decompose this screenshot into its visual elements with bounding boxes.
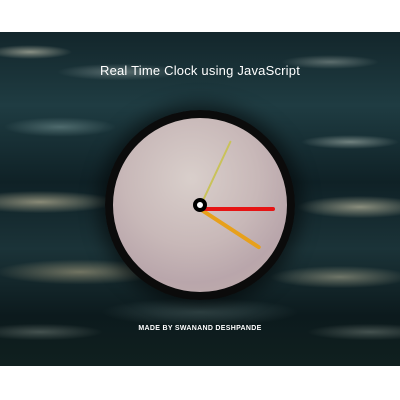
second-hand (199, 140, 232, 208)
page-title: Real Time Clock using JavaScript (99, 63, 301, 78)
analog-clock (105, 110, 295, 300)
hour-hand (198, 207, 262, 250)
page-frame: Real Time Clock using JavaScript MADE BY… (0, 32, 400, 366)
clock-center-pin (193, 198, 207, 212)
minute-hand (200, 207, 275, 211)
author-credit: MADE BY SWANAND DESHPANDE (138, 325, 262, 332)
